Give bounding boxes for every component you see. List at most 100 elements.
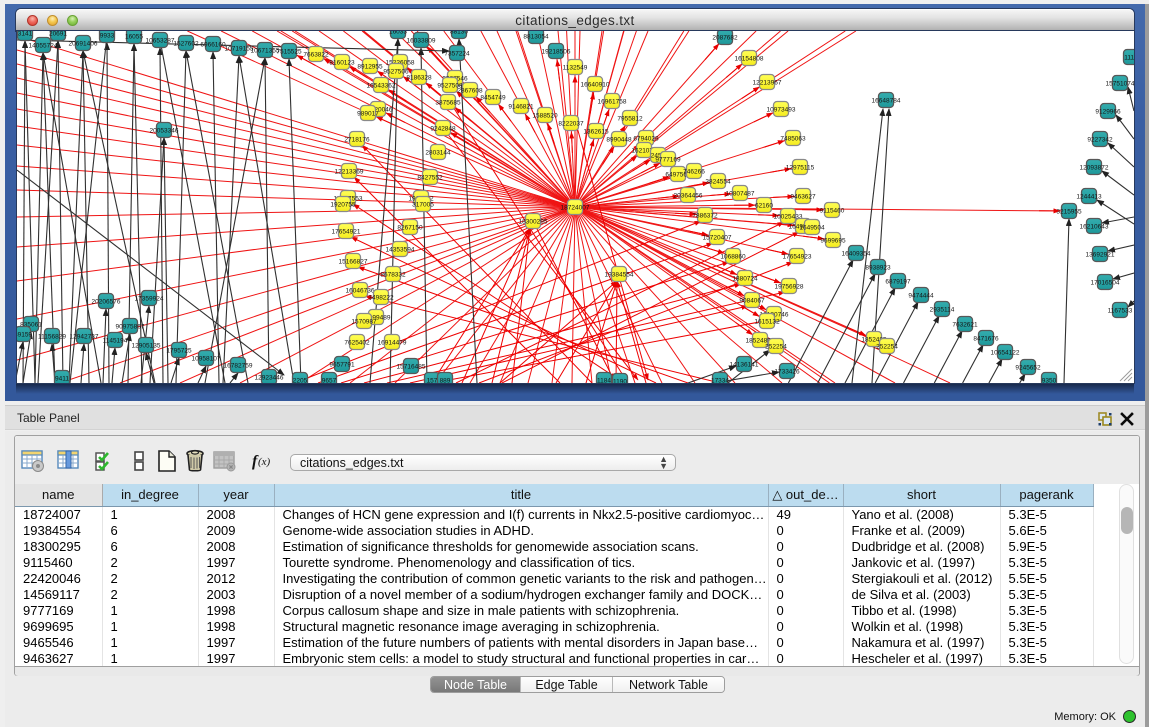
svg-text:1167533: 1167533 <box>1108 307 1133 314</box>
svg-text:1244413: 1244413 <box>1076 193 1102 200</box>
svg-text:17654923: 17654923 <box>783 253 812 260</box>
svg-text:16914479: 16914479 <box>378 339 407 346</box>
svg-text:16648784: 16648784 <box>872 97 901 104</box>
svg-text:8813054: 8813054 <box>523 33 549 40</box>
svg-text:18300295: 18300295 <box>519 218 548 225</box>
svg-text:16640910: 16640910 <box>581 81 610 88</box>
svg-text:9350: 9350 <box>1042 377 1057 383</box>
svg-text:7515525: 7515525 <box>276 48 302 55</box>
svg-text:15751074: 15751074 <box>1106 80 1134 87</box>
svg-text:1190: 1190 <box>613 378 627 383</box>
svg-text:16033809: 16033809 <box>407 37 436 44</box>
svg-text:3875685: 3875685 <box>435 99 461 106</box>
svg-text:14055724: 14055724 <box>29 42 58 49</box>
svg-text:3498222: 3498222 <box>368 294 394 301</box>
svg-text:1145194: 1145194 <box>103 337 128 344</box>
svg-text:9115460: 9115460 <box>820 207 845 214</box>
svg-text:1570987: 1570987 <box>351 318 377 325</box>
svg-text:11156829: 11156829 <box>38 333 66 340</box>
svg-text:8267150: 8267150 <box>397 224 423 231</box>
svg-text:17359924: 17359924 <box>135 295 164 302</box>
svg-text:13692921: 13692921 <box>1086 251 1115 258</box>
svg-text:9657: 9657 <box>322 377 337 383</box>
svg-text:20691: 20691 <box>49 31 67 37</box>
svg-text:2087682: 2087682 <box>712 34 738 41</box>
svg-text:8222037: 8222037 <box>558 120 584 127</box>
svg-text:1615132: 1615132 <box>754 318 780 325</box>
svg-text:3141: 3141 <box>18 31 33 37</box>
svg-text:16409354: 16409354 <box>842 250 871 257</box>
svg-text:6966160: 6966160 <box>200 41 226 48</box>
svg-text:15716485: 15716485 <box>397 363 426 370</box>
svg-text:7955812: 7955812 <box>617 115 643 122</box>
svg-text:17654921: 17654921 <box>332 228 361 235</box>
svg-text:9777169: 9777169 <box>655 156 681 163</box>
svg-text:1184: 1184 <box>597 377 611 383</box>
svg-text:9933: 9933 <box>100 32 115 39</box>
svg-text:2205: 2205 <box>293 377 308 383</box>
svg-text:252254: 252254 <box>765 343 787 350</box>
svg-text:9474444: 9474444 <box>908 292 934 299</box>
svg-text:9527506: 9527506 <box>383 68 409 75</box>
svg-text:12975115: 12975115 <box>786 164 815 171</box>
svg-text:1920755: 1920755 <box>330 201 356 208</box>
svg-text:7485063: 7485063 <box>780 135 806 142</box>
svg-text:17334: 17334 <box>711 377 729 383</box>
svg-text:20053346: 20053346 <box>150 127 179 134</box>
svg-text:19384554: 19384554 <box>605 271 634 278</box>
svg-text:18724007: 18724007 <box>561 204 590 211</box>
svg-text:9146821: 9146821 <box>508 103 534 110</box>
svg-text:1068860: 1068860 <box>720 253 746 260</box>
svg-text:7632621: 7632621 <box>952 321 978 328</box>
svg-text:1880724: 1880724 <box>732 275 758 282</box>
svg-text:10653287: 10653287 <box>146 37 175 44</box>
svg-text:889: 889 <box>440 377 451 383</box>
svg-text:1649504: 1649504 <box>799 224 825 231</box>
svg-text:9227342: 9227342 <box>1087 136 1113 143</box>
svg-text:16033: 16033 <box>389 31 407 35</box>
svg-text:12213369: 12213369 <box>335 168 364 175</box>
svg-text:16154808: 16154808 <box>735 55 764 62</box>
svg-text:252254: 252254 <box>876 343 898 350</box>
svg-text:12905135: 12905135 <box>132 342 161 349</box>
svg-text:9245652: 9245652 <box>1015 364 1041 371</box>
svg-text:88130: 88130 <box>450 31 468 35</box>
svg-text:7663822: 7663822 <box>303 51 329 58</box>
svg-text:1588520: 1588520 <box>532 112 558 119</box>
svg-text:1733426: 1733426 <box>774 368 800 375</box>
svg-text:3824554: 3824554 <box>705 178 731 185</box>
svg-text:1112: 1112 <box>1124 54 1134 61</box>
svg-text:10973493: 10973493 <box>767 106 796 113</box>
svg-text:9657791: 9657791 <box>329 361 355 368</box>
svg-text:8471676: 8471676 <box>973 335 999 342</box>
svg-text:2935114: 2935114 <box>930 306 955 313</box>
svg-text:16782759: 16782759 <box>224 362 253 369</box>
svg-text:1795725: 1795725 <box>166 347 192 354</box>
svg-text:8990448: 8990448 <box>606 136 632 143</box>
svg-text:9129966: 9129966 <box>1095 108 1121 115</box>
svg-text:1362615: 1362615 <box>583 128 609 135</box>
svg-text:9084067: 9084067 <box>739 297 765 304</box>
svg-text:17016504: 17016504 <box>1091 279 1120 286</box>
svg-text:16046736: 16046736 <box>346 287 375 294</box>
svg-text:10654122: 10654122 <box>991 349 1020 356</box>
svg-text:9242848: 9242848 <box>430 125 456 132</box>
svg-text:10958107: 10958107 <box>192 355 221 362</box>
svg-text:7357224: 7357224 <box>444 50 470 57</box>
svg-text:9699695: 9699695 <box>820 237 846 244</box>
svg-text:8160123: 8160123 <box>329 59 355 66</box>
svg-text:7886372: 7886372 <box>692 212 718 219</box>
svg-text:7625402: 7625402 <box>344 339 370 346</box>
svg-text:20364456: 20364456 <box>674 192 703 199</box>
svg-text:12923446: 12923446 <box>255 374 284 381</box>
svg-text:746266: 746266 <box>683 168 705 175</box>
svg-text:16961758: 16961758 <box>598 98 627 105</box>
svg-text:2867608: 2867608 <box>457 87 483 94</box>
svg-text:6794028: 6794028 <box>633 135 659 142</box>
svg-text:9411: 9411 <box>55 375 69 382</box>
svg-text:8678332: 8678332 <box>380 271 406 278</box>
svg-text:1132549: 1132549 <box>563 64 588 71</box>
svg-text:15720407: 15720407 <box>703 234 732 241</box>
svg-text:8454749: 8454749 <box>480 94 506 101</box>
svg-text:90975867: 90975867 <box>116 323 145 330</box>
